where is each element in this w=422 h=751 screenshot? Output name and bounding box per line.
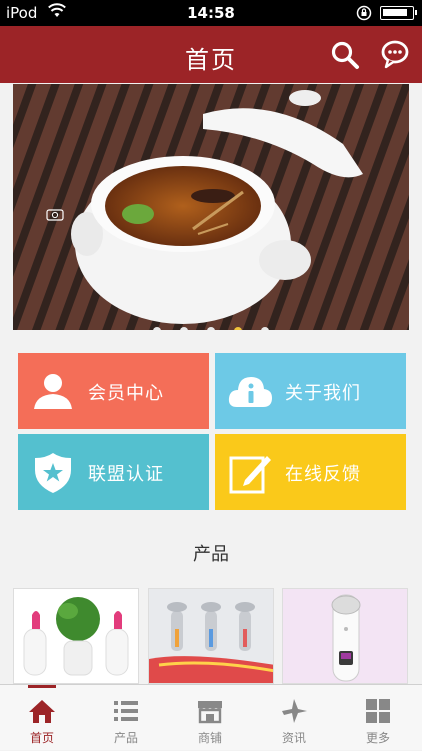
carousel-dot[interactable] [261, 327, 270, 330]
grid-icon [366, 699, 390, 723]
chat-bubble-icon[interactable] [380, 39, 410, 69]
plane-icon [282, 699, 307, 723]
tab-label: 商铺 [197, 731, 222, 745]
carousel-dot[interactable] [152, 327, 161, 330]
list-icon [114, 701, 138, 721]
product-card[interactable] [282, 588, 408, 684]
tile-label: 联盟认证 [88, 464, 164, 485]
tab-news[interactable]: 资讯 [252, 685, 336, 751]
soup-tureen-photo [13, 84, 409, 330]
app-header: 首页 [0, 26, 422, 83]
product-card[interactable] [13, 588, 139, 684]
banner-carousel[interactable] [13, 84, 409, 330]
tab-more[interactable]: 更多 [336, 685, 420, 751]
carousel-dot[interactable] [179, 327, 188, 330]
battery-icon [380, 6, 417, 20]
search-icon[interactable] [330, 40, 360, 70]
user-icon [34, 374, 72, 409]
member-center-tile[interactable]: 会员中心 [18, 353, 209, 429]
tab-label: 更多 [365, 731, 390, 745]
carousel-dots[interactable] [13, 320, 409, 330]
carousel-dot-active[interactable] [234, 327, 243, 330]
tab-products[interactable]: 产品 [84, 685, 168, 751]
tile-label: 关于我们 [285, 383, 361, 404]
tab-home[interactable]: 首页 [0, 685, 84, 751]
tab-store[interactable]: 商铺 [168, 685, 252, 751]
feedback-tile[interactable]: 在线反馈 [215, 434, 406, 510]
products-section-title: 产品 [193, 544, 229, 565]
rotation-lock-icon [356, 5, 372, 21]
carousel-dot[interactable] [207, 327, 215, 330]
home-icon [29, 700, 55, 723]
store-icon [198, 701, 222, 724]
edit-icon [229, 456, 271, 494]
info-cloud-icon [228, 377, 272, 407]
shield-star-icon [35, 453, 71, 493]
about-us-tile[interactable]: 关于我们 [215, 353, 406, 429]
handheld-device-photo [283, 589, 407, 683]
tile-label: 会员中心 [88, 383, 164, 404]
tile-label: 在线反馈 [285, 464, 361, 485]
tab-label: 资讯 [281, 731, 306, 745]
status-bar: iPod 14:58 [0, 0, 422, 26]
facial-steamer-photo [14, 589, 138, 683]
product-card[interactable] [148, 588, 274, 684]
tab-label: 产品 [113, 731, 138, 745]
bottom-tab-bar: 首页 产品 商铺 资讯 更多 [0, 684, 422, 750]
tab-label: 首页 [29, 731, 54, 745]
alliance-cert-tile[interactable]: 联盟认证 [18, 434, 209, 510]
beauty-device-photo [149, 589, 273, 683]
